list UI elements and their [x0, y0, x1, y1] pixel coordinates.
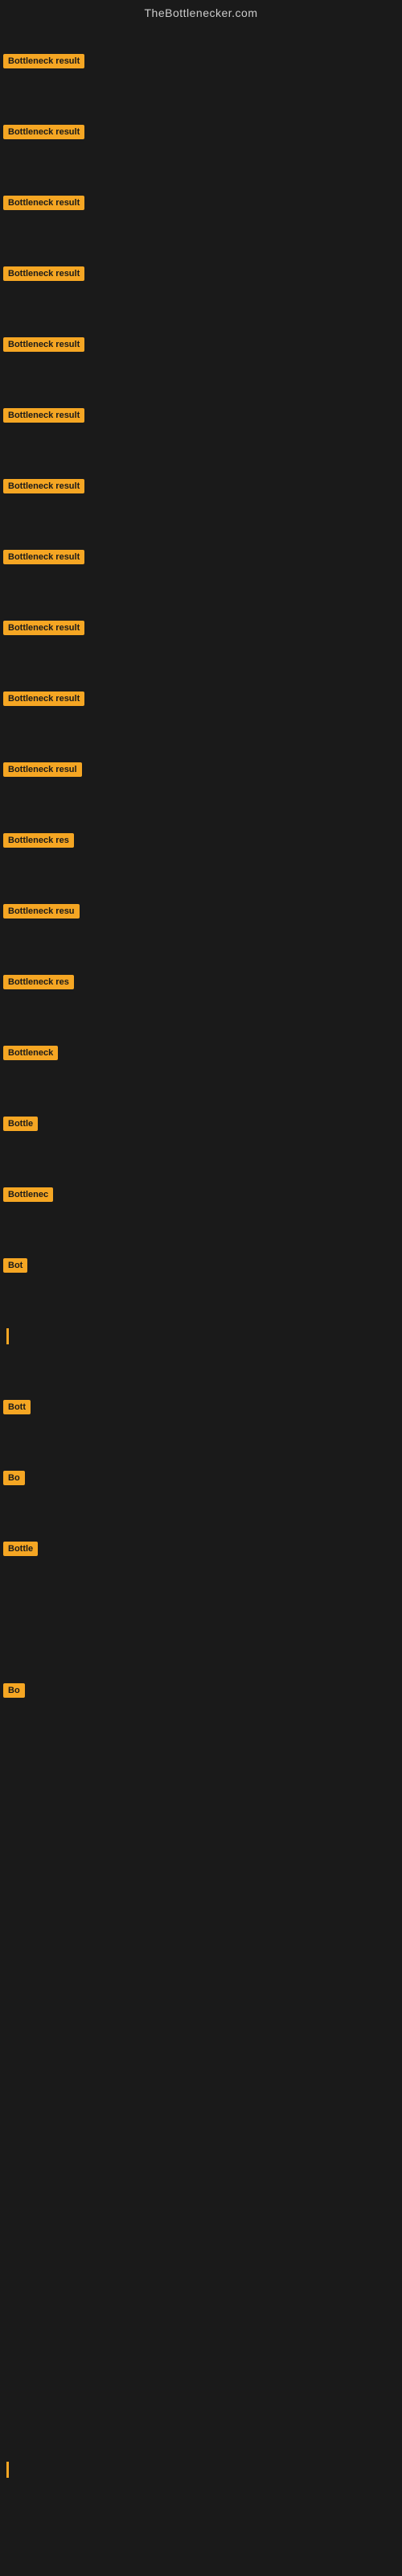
bottleneck-result-badge[interactable]: Bottleneck result [3, 337, 84, 352]
badge-row: Bott [0, 1372, 402, 1443]
bottleneck-result-badge[interactable]: Bo [3, 1471, 25, 1485]
badge-row: Bottleneck result [0, 663, 402, 734]
badge-row: Bottle [0, 1513, 402, 1584]
badge-row: Bottle [0, 1088, 402, 1159]
badge-row [0, 2293, 402, 2363]
vertical-indicator [6, 1328, 9, 1344]
badge-row: Bottleneck res [0, 947, 402, 1018]
badge-row: Bottleneck resul [0, 734, 402, 805]
badge-row: Bottleneck result [0, 238, 402, 309]
badge-row: Bottleneck result [0, 380, 402, 451]
badge-row: Bo [0, 1655, 402, 1726]
badge-row [0, 2009, 402, 2080]
bottleneck-result-badge[interactable]: Bottleneck res [3, 833, 74, 848]
badge-row: Bottleneck result [0, 167, 402, 238]
badge-row: Bottleneck result [0, 309, 402, 380]
badge-row: Bottleneck result [0, 26, 402, 97]
bottleneck-result-badge[interactable]: Bottleneck result [3, 54, 84, 68]
bottleneck-result-badge[interactable]: Bottle [3, 1117, 38, 1131]
badge-row [0, 1301, 402, 1372]
bottleneck-result-badge[interactable]: Bottleneck result [3, 408, 84, 423]
bottleneck-result-badge[interactable]: Bott [3, 1400, 31, 1414]
bottleneck-result-badge[interactable]: Bottleneck result [3, 550, 84, 564]
badge-row: Bottleneck res [0, 805, 402, 876]
bottleneck-result-badge[interactable]: Bottle [3, 1542, 38, 1556]
bottleneck-result-badge[interactable]: Bo [3, 1683, 25, 1698]
badge-row: Bottleneck result [0, 592, 402, 663]
badge-row [0, 1584, 402, 1655]
badge-row: Bo [0, 1443, 402, 1513]
bottleneck-result-badge[interactable]: Bottleneck result [3, 621, 84, 635]
badge-row: Bot [0, 1230, 402, 1301]
badge-row [0, 2151, 402, 2222]
badge-row: Bottleneck result [0, 451, 402, 522]
badge-row [0, 2363, 402, 2434]
bottleneck-result-badge[interactable]: Bottleneck result [3, 196, 84, 210]
badge-row [0, 1938, 402, 2009]
badge-row: Bottleneck resu [0, 876, 402, 947]
bottleneck-result-badge[interactable]: Bottlenec [3, 1187, 53, 1202]
badge-row [0, 2080, 402, 2151]
badge-row: Bottleneck [0, 1018, 402, 1088]
bottleneck-result-badge[interactable]: Bottleneck result [3, 266, 84, 281]
site-title: TheBottlenecker.com [0, 0, 402, 26]
bottleneck-result-badge[interactable]: Bottleneck resul [3, 762, 82, 777]
bottleneck-result-badge[interactable]: Bottleneck result [3, 479, 84, 493]
badge-row [0, 2434, 402, 2505]
bottleneck-result-badge[interactable]: Bottleneck [3, 1046, 58, 1060]
bottleneck-result-badge[interactable]: Bot [3, 1258, 27, 1273]
bottleneck-result-badge[interactable]: Bottleneck result [3, 125, 84, 139]
badge-row: Bottleneck result [0, 97, 402, 167]
badge-row [0, 1868, 402, 1938]
bottleneck-result-badge[interactable]: Bottleneck result [3, 691, 84, 706]
badge-row [0, 1726, 402, 1797]
vertical-indicator [6, 2462, 9, 2478]
badge-row [0, 2222, 402, 2293]
badge-row: Bottlenec [0, 1159, 402, 1230]
badge-row: Bottleneck result [0, 522, 402, 592]
bottleneck-result-badge[interactable]: Bottleneck res [3, 975, 74, 989]
badge-row [0, 1797, 402, 1868]
bottleneck-result-badge[interactable]: Bottleneck resu [3, 904, 80, 919]
